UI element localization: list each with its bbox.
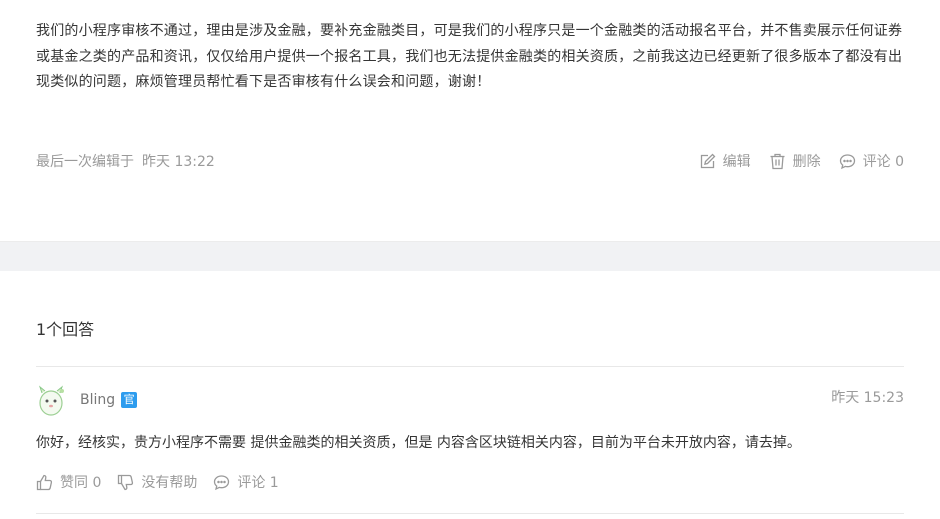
- comment-button[interactable]: 评论 0: [839, 151, 904, 171]
- edited-label: 最后一次编辑于: [36, 154, 134, 170]
- answer-comment-label: 评论 1: [237, 475, 279, 491]
- question-text: 我们的小程序审核不通过，理由是涉及金融，要补充金融类目，可是我们的小程序只是一个…: [36, 23, 903, 90]
- unhelpful-label: 没有帮助: [141, 475, 198, 491]
- comment-label: 评论 0: [862, 154, 904, 170]
- thumbs-down-icon: [118, 474, 134, 490]
- answers-bottom-rule: [36, 513, 904, 514]
- author-name[interactable]: Bling: [80, 392, 115, 408]
- answer-author: Bling 官: [80, 392, 138, 408]
- answers-count-title: 1个回答: [36, 320, 95, 339]
- avatar[interactable]: [36, 385, 66, 417]
- unhelpful-button[interactable]: 没有帮助: [117, 472, 197, 492]
- like-button[interactable]: 赞同 0: [36, 472, 101, 492]
- answer-comment-button[interactable]: 评论 1: [213, 472, 279, 492]
- answer-actions: 赞同 0 没有帮助 评论 1: [36, 472, 295, 492]
- avatar-icon: [38, 385, 64, 416]
- official-badge: 官: [121, 392, 138, 408]
- comment-icon: [214, 474, 230, 490]
- answer-time: 昨天 15:23: [831, 390, 904, 406]
- trash-icon: [770, 153, 785, 169]
- edit-label: 编辑: [722, 154, 751, 170]
- answer-text: 你好，经核实，贵方小程序不需要 提供金融类的相关资质，但是 内容含区块链相关内容…: [36, 435, 801, 451]
- answers-top-rule: [36, 366, 904, 367]
- comment-icon: [839, 153, 855, 169]
- edited-time: 昨天 13:22: [142, 154, 215, 170]
- delete-label: 删除: [792, 154, 821, 170]
- edit-info: 最后一次编辑于 昨天 13:22: [36, 151, 215, 171]
- like-label: 赞同 0: [60, 475, 102, 491]
- edit-button[interactable]: 编辑: [699, 151, 751, 171]
- edit-icon: [700, 153, 716, 168]
- section-divider: [0, 241, 940, 271]
- thumbs-up-icon: [36, 474, 53, 490]
- question-section: 我们的小程序审核不通过，理由是涉及金融，要补充金融类目，可是我们的小程序只是一个…: [0, 0, 940, 241]
- question-actions: 编辑 删除 评论 0: [681, 151, 904, 171]
- delete-button[interactable]: 删除: [769, 151, 821, 171]
